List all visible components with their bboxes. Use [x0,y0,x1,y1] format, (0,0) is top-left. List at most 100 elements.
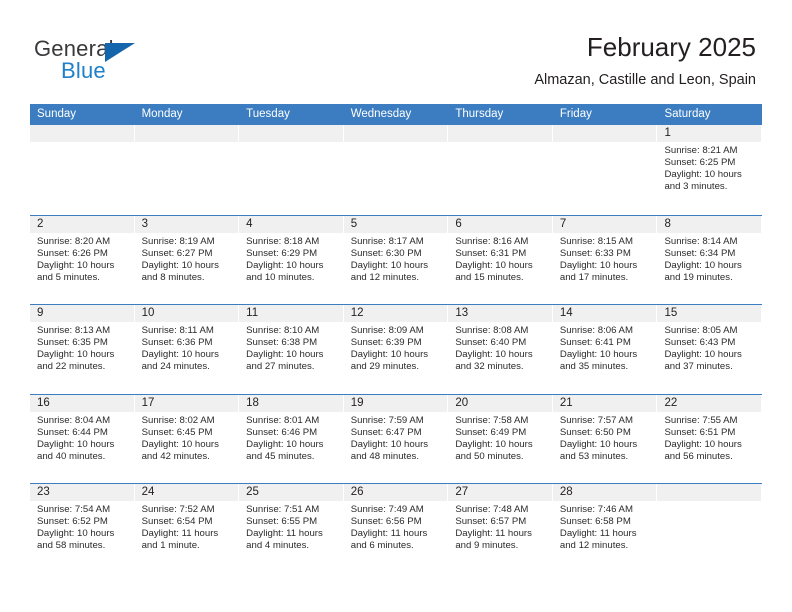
sunrise-text: Sunrise: 8:19 AM [141,235,215,247]
daylight-text-line1: Daylight: 10 hours [350,438,429,450]
daylight-text-line1: Daylight: 10 hours [664,169,742,181]
calendar-day-cell[interactable]: 24 Sunrise: 7:52 AM Sunset: 6:54 PM Dayligh… [134,484,240,573]
daylight-text-line2: and 12 minutes. [559,540,629,552]
day-number-band: 22 [657,394,762,412]
sunset-text: Sunset: 6:51 PM [664,426,736,438]
calendar-day-cell[interactable]: 18 Sunrise: 8:01 AM Sunset: 6:46 PM Dayligh… [239,394,344,484]
page-subtitle: Almazan, Castille and Leon, Spain [534,72,756,88]
calendar-day-cell[interactable]: 1 Sunrise: 8:21 AM Sunset: 6:25 PM Daylight… [657,125,762,215]
calendar-day-cell[interactable]: 26 Sunrise: 7:49 AM Sunset: 6:56 PM Dayligh… [343,484,449,573]
day-number: 18 [246,396,259,409]
sunset-text: Sunset: 6:43 PM [664,337,736,349]
daylight-text-line2: and 8 minutes. [141,271,205,283]
daylight-text-line2: and 6 minutes. [350,540,414,552]
general-blue-logo[interactable]: General Blue [34,36,264,92]
calendar-week-row: 23 Sunrise: 7:54 AM Sunset: 6:52 PM Dayligh… [30,483,762,573]
calendar-day-cell[interactable]: 8 Sunrise: 8:14 AM Sunset: 6:34 PM Daylight… [657,215,762,305]
calendar-day-cell[interactable]: 10 Sunrise: 8:11 AM Sunset: 6:36 PM Dayligh… [134,305,240,394]
calendar-day-cell[interactable]: 5 Sunrise: 8:17 AM Sunset: 6:30 PM Daylight… [343,215,449,305]
calendar-day-cell[interactable]: 25 Sunrise: 7:51 AM Sunset: 6:55 PM Dayligh… [239,484,344,573]
day-details: Sunrise: 8:09 AM Sunset: 6:39 PM Daylight:… [344,322,449,373]
daylight-text-line2: and 27 minutes. [246,361,315,373]
day-number: 22 [664,396,678,409]
calendar-day-cell[interactable]: 7 Sunrise: 8:15 AM Sunset: 6:33 PM Daylight… [552,215,658,305]
day-details: Sunrise: 8:08 AM Sunset: 6:40 PM Daylight:… [448,322,553,373]
sunrise-text: Sunrise: 7:58 AM [455,414,529,426]
calendar-day-cell[interactable]: 17 Sunrise: 8:02 AM Sunset: 6:45 PM Dayligh… [134,394,240,484]
sunrise-text: Sunrise: 8:21 AM [664,145,738,156]
day-number: 7 [559,217,567,230]
sunset-text: Sunset: 6:34 PM [664,247,736,259]
daylight-text-line2: and 45 minutes. [246,450,315,462]
calendar-day-cell[interactable]: 15 Sunrise: 8:05 AM Sunset: 6:43 PM Dayligh… [657,305,762,394]
sunset-text: Sunset: 6:52 PM [37,516,108,528]
calendar-day-cell[interactable]: 11 Sunrise: 8:10 AM Sunset: 6:38 PM Dayligh… [239,305,344,394]
sunset-text: Sunset: 6:54 PM [141,516,213,528]
calendar-day-cell[interactable]: 19 Sunrise: 7:59 AM Sunset: 6:47 PM Dayligh… [343,394,449,484]
day-details: Sunrise: 8:19 AM Sunset: 6:27 PM Daylight:… [135,233,240,284]
sunset-text: Sunset: 6:39 PM [350,337,422,349]
daylight-text-line2: and 32 minutes. [455,361,524,373]
calendar-day-cell-empty [657,484,762,573]
day-details: Sunrise: 7:46 AM Sunset: 6:58 PM Daylight:… [553,501,658,552]
calendar-day-cell[interactable]: 16 Sunrise: 8:04 AM Sunset: 6:44 PM Dayligh… [30,394,135,484]
calendar-day-cell[interactable]: 21 Sunrise: 7:57 AM Sunset: 6:50 PM Dayligh… [552,394,658,484]
daylight-text-line2: and 5 minutes. [37,271,100,283]
calendar-day-cell[interactable]: 27 Sunrise: 7:48 AM Sunset: 6:57 PM Dayligh… [448,484,553,573]
weekday-header-tuesday: Tuesday [246,108,290,120]
day-number: 11 [246,307,259,319]
weekday-header-row: Sunday Monday Tuesday Wednesday Thursday Frid… [30,104,762,125]
calendar-day-cell[interactable]: 13 Sunrise: 8:08 AM Sunset: 6:40 PM Dayligh… [448,305,553,394]
day-number: 15 [664,307,678,319]
day-details: Sunrise: 7:48 AM Sunset: 6:57 PM Daylight:… [448,501,553,552]
daylight-text-line2: and 9 minutes. [455,540,519,552]
sunrise-text: Sunrise: 8:15 AM [559,235,633,247]
weekday-header-sunday: Sunday [37,108,77,120]
daylight-text-line1: Daylight: 10 hours [246,438,324,450]
day-number-band: 18 [239,394,343,412]
calendar-day-cell[interactable]: 3 Sunrise: 8:19 AM Sunset: 6:27 PM Daylight… [134,215,240,305]
calendar-day-cell[interactable]: 12 Sunrise: 8:09 AM Sunset: 6:39 PM Dayligh… [343,305,449,394]
calendar-day-cell[interactable]: 22 Sunrise: 7:55 AM Sunset: 6:51 PM Dayligh… [657,394,762,484]
daylight-text-line2: and 40 minutes. [37,450,106,462]
sunset-text: Sunset: 6:50 PM [559,426,631,438]
daylight-text-line1: Daylight: 10 hours [559,259,638,271]
day-details: Sunrise: 7:59 AM Sunset: 6:47 PM Daylight:… [344,412,449,463]
sunrise-text: Sunrise: 8:04 AM [37,414,111,426]
day-number-band: 27 [448,484,552,501]
daylight-text-line1: Daylight: 10 hours [350,349,429,361]
calendar-day-cell[interactable]: 20 Sunrise: 7:58 AM Sunset: 6:49 PM Dayligh… [448,394,553,484]
calendar-day-cell[interactable]: 6 Sunrise: 8:16 AM Sunset: 6:31 PM Daylight… [448,215,553,305]
day-number: 21 [559,396,573,409]
day-details: Sunrise: 8:13 AM Sunset: 6:35 PM Daylight:… [30,322,135,373]
day-number-band: 1 [657,125,762,142]
day-number: 23 [37,486,50,498]
daylight-text-line1: Daylight: 10 hours [350,259,429,271]
daylight-text-line1: Daylight: 10 hours [455,438,533,450]
sunset-text: Sunset: 6:45 PM [141,426,213,438]
day-number-band: 24 [134,484,239,501]
day-number-band: 4 [239,215,343,233]
calendar-day-cell[interactable]: 9 Sunrise: 8:13 AM Sunset: 6:35 PM Daylight… [30,305,135,394]
calendar-day-cell[interactable]: 4 Sunrise: 8:18 AM Sunset: 6:29 PM Daylight… [239,215,344,305]
calendar-day-cell[interactable]: 14 Sunrise: 8:06 AM Sunset: 6:41 PM Dayligh… [552,305,658,394]
calendar-day-cell[interactable]: 23 Sunrise: 7:54 AM Sunset: 6:52 PM Dayligh… [30,484,135,573]
day-details: Sunrise: 8:14 AM Sunset: 6:34 PM Daylight:… [657,233,762,284]
sunrise-text: Sunrise: 7:52 AM [141,504,215,515]
daylight-text-line2: and 10 minutes. [246,271,315,283]
daylight-text-line1: Daylight: 10 hours [455,259,533,271]
sunset-text: Sunset: 6:49 PM [455,426,527,438]
day-number: 10 [141,307,155,319]
day-number: 5 [350,217,358,230]
calendar-day-cell[interactable]: 2 Sunrise: 8:20 AM Sunset: 6:26 PM Daylight… [30,215,135,305]
day-details: Sunrise: 7:58 AM Sunset: 6:49 PM Daylight:… [448,412,553,463]
calendar-day-cell[interactable]: 28 Sunrise: 7:46 AM Sunset: 6:58 PM Dayligh… [552,484,658,573]
day-number-band: 25 [239,484,343,501]
daylight-text-line1: Daylight: 10 hours [455,349,533,361]
day-number-band: 5 [343,215,448,233]
day-details: Sunrise: 8:06 AM Sunset: 6:41 PM Daylight:… [553,322,658,373]
sunrise-text: Sunrise: 8:14 AM [664,235,738,247]
sunrise-text: Sunrise: 7:54 AM [37,504,111,515]
calendar-week-row: 16 Sunrise: 8:04 AM Sunset: 6:44 PM Dayligh… [30,393,762,484]
calendar-day-cell-empty [239,125,344,215]
